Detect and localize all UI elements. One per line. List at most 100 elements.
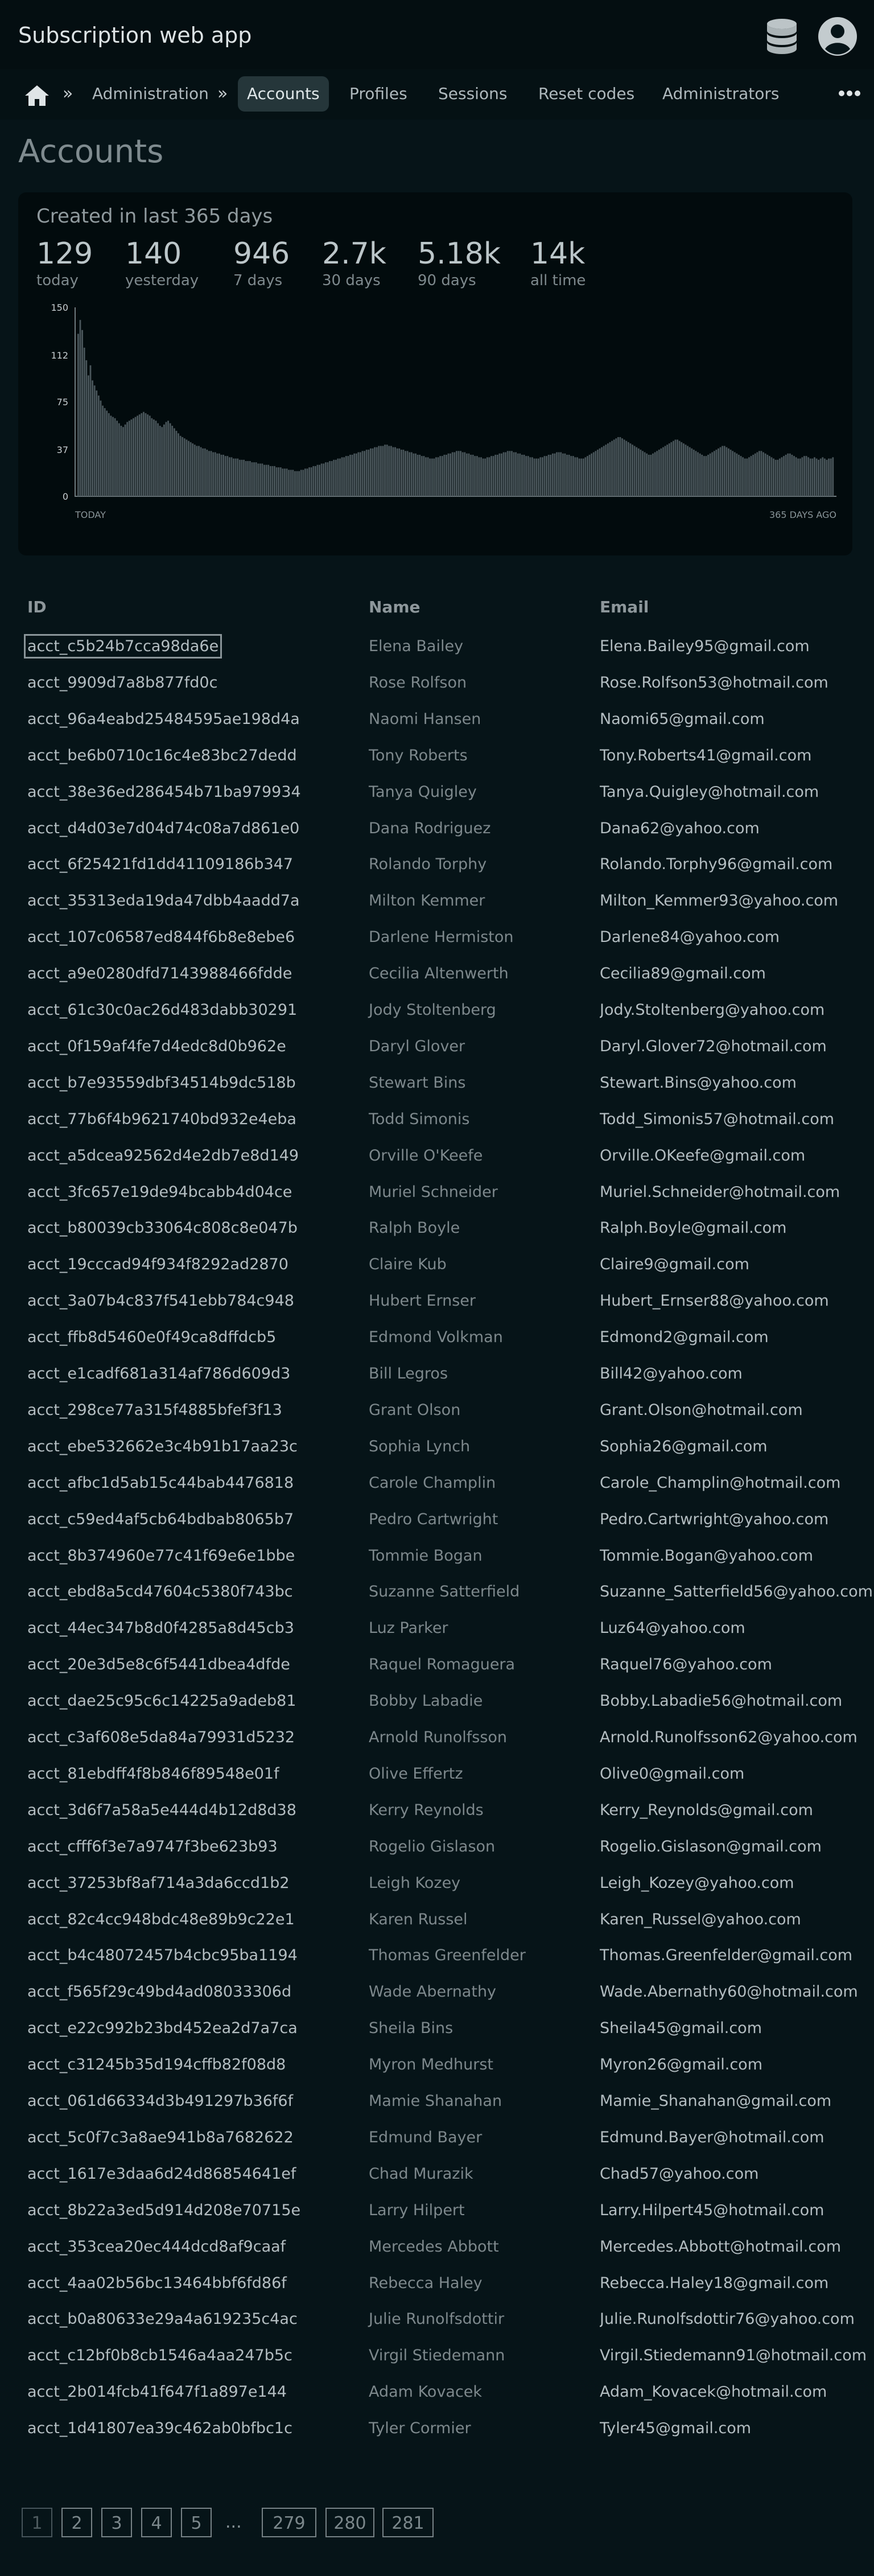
column-header-name[interactable]: Name (369, 598, 420, 616)
table-row[interactable]: acct_6f25421fd1dd41109186b347 Rolando Tor… (0, 846, 874, 883)
account-id-link[interactable]: acct_8b22a3ed5d914d208e70715e (27, 2192, 300, 2229)
page-button[interactable]: 279 (262, 2508, 316, 2537)
account-id-link[interactable]: acct_c5b24b7cca98da6e (23, 628, 222, 665)
table-row[interactable]: acct_d4d03e7d04d74c08a7d861e0 Dana Rodrig… (0, 810, 874, 847)
account-id-link[interactable]: acct_9909d7a8b877fd0c (27, 665, 217, 701)
table-row[interactable]: acct_353cea20ec444dcd8af9caaf Mercedes Ab… (0, 2229, 874, 2265)
table-row[interactable]: acct_44ec347b8d0f4285a8d45cb3 Luz Parker L… (0, 1610, 874, 1647)
table-row[interactable]: acct_ebd8a5cd47604c5380f743bc Suzanne Sat… (0, 1574, 874, 1610)
table-row[interactable]: acct_e1cadf681a314af786d609d3 Bill Legros… (0, 1356, 874, 1392)
page-button[interactable]: 3 (101, 2508, 132, 2537)
breadcrumb-administration[interactable]: Administration (92, 76, 209, 112)
table-row[interactable]: acct_c59ed4af5cb64bdbab8065b7 Pedro Cartw… (0, 1501, 874, 1538)
account-id-link[interactable]: acct_19cccad94f934f8292ad2870 (27, 1246, 288, 1283)
table-row[interactable]: acct_b4c48072457b4cbc95ba1194 Thomas Gree… (0, 1937, 874, 1974)
table-row[interactable]: acct_ebe532662e3c4b91b17aa23c Sophia Lync… (0, 1429, 874, 1465)
table-row[interactable]: acct_81ebdff4f8b846f89548e01f Olive Effer… (0, 1756, 874, 1792)
table-row[interactable]: acct_37253bf8af714a3da6ccd1b2 Leigh Kozey… (0, 1865, 874, 1902)
table-row[interactable]: acct_2b014fcb41f647f1a897e144 Adam Kovace… (0, 2374, 874, 2410)
account-id-link[interactable]: acct_353cea20ec444dcd8af9caaf (27, 2229, 286, 2265)
account-id-link[interactable]: acct_c59ed4af5cb64bdbab8065b7 (27, 1501, 294, 1538)
account-id-link[interactable]: acct_a5dcea92562d4e2db7e8d149 (27, 1138, 299, 1174)
account-id-link[interactable]: acct_061d66334d3b491297b36f6f (27, 2083, 293, 2120)
tab-administrators[interactable]: Administrators (662, 76, 779, 112)
page-button[interactable]: 2 (61, 2508, 92, 2537)
table-row[interactable]: acct_c3af608e5da84a79931d5232 Arnold Runo… (0, 1719, 874, 1756)
account-id-link[interactable]: acct_d4d03e7d04d74c08a7d861e0 (27, 810, 299, 847)
table-row[interactable]: acct_c5b24b7cca98da6e Elena Bailey Elena.B… (0, 628, 874, 665)
account-id-link[interactable]: acct_3d6f7a58a5e444d4b12d8d38 (27, 1792, 296, 1829)
account-id-link[interactable]: acct_1d41807ea39c462ab0bfbc1c (27, 2410, 292, 2447)
page-button[interactable]: 280 (325, 2508, 374, 2537)
column-header-email[interactable]: Email (600, 598, 649, 616)
account-id-link[interactable]: acct_81ebdff4f8b846f89548e01f (27, 1756, 279, 1792)
account-id-link[interactable]: acct_f565f29c49bd4ad08033306d (27, 1974, 291, 2010)
account-id-link[interactable]: acct_ebe532662e3c4b91b17aa23c (27, 1429, 298, 1465)
table-row[interactable]: acct_19cccad94f934f8292ad2870 Claire Kub C… (0, 1246, 874, 1283)
account-id-link[interactable]: acct_cfff6f3e7a9747f3be623b93 (27, 1829, 278, 1865)
table-row[interactable]: acct_3fc657e19de94bcabb4d04ce Muriel Schn… (0, 1174, 874, 1211)
table-row[interactable]: acct_a5dcea92562d4e2db7e8d149 Orville O'K… (0, 1138, 874, 1174)
account-id-link[interactable]: acct_38e36ed286454b71ba979934 (27, 774, 301, 810)
table-row[interactable]: acct_1d41807ea39c462ab0bfbc1c Tyler Cormi… (0, 2410, 874, 2447)
account-id-link[interactable]: acct_dae25c95c6c14225a9adeb81 (27, 1683, 296, 1719)
account-id-link[interactable]: acct_1617e3daa6d24d86854641ef (27, 2156, 296, 2192)
account-id-link[interactable]: acct_77b6f4b9621740bd932e4eba (27, 1101, 296, 1138)
account-id-link[interactable]: acct_107c06587ed844f6b8e8ebe6 (27, 919, 295, 956)
account-id-link[interactable]: acct_3fc657e19de94bcabb4d04ce (27, 1174, 292, 1211)
table-row[interactable]: acct_3d6f7a58a5e444d4b12d8d38 Kerry Reyno… (0, 1792, 874, 1829)
table-row[interactable]: acct_3a07b4c837f541ebb784c948 Hubert Erns… (0, 1283, 874, 1319)
account-id-link[interactable]: acct_4aa02b56bc13464bbf6fd86f (27, 2265, 287, 2302)
account-id-link[interactable]: acct_44ec347b8d0f4285a8d45cb3 (27, 1610, 294, 1647)
account-id-link[interactable]: acct_298ce77a315f4885bfef3f13 (27, 1392, 282, 1429)
tab-accounts[interactable]: Accounts (238, 76, 329, 112)
page-button[interactable]: 281 (382, 2508, 434, 2537)
table-row[interactable]: acct_be6b0710c16c4e83bc27dedd Tony Robert… (0, 738, 874, 774)
page-button[interactable]: 5 (181, 2508, 212, 2537)
table-row[interactable]: acct_38e36ed286454b71ba979934 Tanya Quigl… (0, 774, 874, 810)
table-row[interactable]: acct_8b374960e77c41f69e6e1bbe Tommie Boga… (0, 1538, 874, 1574)
tab-profiles[interactable]: Profiles (349, 76, 407, 112)
table-row[interactable]: acct_e22c992b23bd452ea2d7a7ca Sheila Bins… (0, 2010, 874, 2047)
account-id-link[interactable]: acct_2b014fcb41f647f1a897e144 (27, 2374, 287, 2410)
page-button[interactable]: 4 (141, 2508, 172, 2537)
page-button[interactable]: 1 (22, 2508, 52, 2537)
table-row[interactable]: acct_b7e93559dbf34514b9dc518b Stewart Bin… (0, 1065, 874, 1101)
account-id-link[interactable]: acct_6f25421fd1dd41109186b347 (27, 846, 293, 883)
tab-reset-codes[interactable]: Reset codes (538, 76, 634, 112)
table-row[interactable]: acct_b0a80633e29a4a619235c4ac Julie Runol… (0, 2301, 874, 2338)
account-id-link[interactable]: acct_8b374960e77c41f69e6e1bbe (27, 1538, 295, 1574)
table-row[interactable]: acct_061d66334d3b491297b36f6f Mamie Shana… (0, 2083, 874, 2120)
database-icon[interactable] (762, 17, 801, 56)
table-row[interactable]: acct_77b6f4b9621740bd932e4eba Todd Simoni… (0, 1101, 874, 1138)
table-row[interactable]: acct_c12bf0b8cb1546a4aa247b5c Virgil Stie… (0, 2338, 874, 2374)
home-icon[interactable] (22, 83, 52, 108)
table-row[interactable]: acct_35313eda19da47dbb4aadd7a Milton Kemm… (0, 883, 874, 919)
table-row[interactable]: acct_afbc1d5ab15c44bab4476818 Carole Cham… (0, 1465, 874, 1501)
account-id-link[interactable]: acct_ffb8d5460e0f49ca8dffdcb5 (27, 1319, 276, 1356)
table-row[interactable]: acct_c31245b35d194cffb82f08d8 Myron Medhu… (0, 2047, 874, 2083)
table-row[interactable]: acct_ffb8d5460e0f49ca8dffdcb5 Edmond Volk… (0, 1319, 874, 1356)
account-id-focused[interactable]: acct_c5b24b7cca98da6e (23, 634, 222, 659)
account-id-link[interactable]: acct_0f159af4fe7d4edc8d0b962e (27, 1028, 286, 1065)
account-id-link[interactable]: acct_5c0f7c3a8ae941b8a7682622 (27, 2120, 294, 2156)
table-row[interactable]: acct_9909d7a8b877fd0c Rose Rolfson Rose.Ro… (0, 665, 874, 701)
table-row[interactable]: acct_1617e3daa6d24d86854641ef Chad Murazi… (0, 2156, 874, 2192)
account-id-link[interactable]: acct_c12bf0b8cb1546a4aa247b5c (27, 2338, 292, 2374)
user-circle-icon[interactable] (817, 16, 858, 57)
account-id-link[interactable]: acct_b7e93559dbf34514b9dc518b (27, 1065, 296, 1101)
account-id-link[interactable]: acct_b0a80633e29a4a619235c4ac (27, 2301, 298, 2338)
account-id-link[interactable]: acct_a9e0280dfd7143988466fdde (27, 956, 292, 992)
table-row[interactable]: acct_0f159af4fe7d4edc8d0b962e Daryl Glove… (0, 1028, 874, 1065)
table-row[interactable]: acct_61c30c0ac26d483dabb30291 Jody Stolte… (0, 992, 874, 1028)
table-row[interactable]: acct_298ce77a315f4885bfef3f13 Grant Olson… (0, 1392, 874, 1429)
table-row[interactable]: acct_20e3d5e8c6f5441dbea4dfde Raquel Roma… (0, 1647, 874, 1683)
account-id-link[interactable]: acct_3a07b4c837f541ebb784c948 (27, 1283, 294, 1319)
account-id-link[interactable]: acct_61c30c0ac26d483dabb30291 (27, 992, 297, 1028)
account-id-link[interactable]: acct_b80039cb33064c808c8e047b (27, 1210, 298, 1246)
table-row[interactable]: acct_8b22a3ed5d914d208e70715e Larry Hilpe… (0, 2192, 874, 2229)
table-row[interactable]: acct_a9e0280dfd7143988466fdde Cecilia Alt… (0, 956, 874, 992)
account-id-link[interactable]: acct_20e3d5e8c6f5441dbea4dfde (27, 1647, 290, 1683)
account-id-link[interactable]: acct_e22c992b23bd452ea2d7a7ca (27, 2010, 298, 2047)
account-id-link[interactable]: acct_35313eda19da47dbb4aadd7a (27, 883, 300, 919)
